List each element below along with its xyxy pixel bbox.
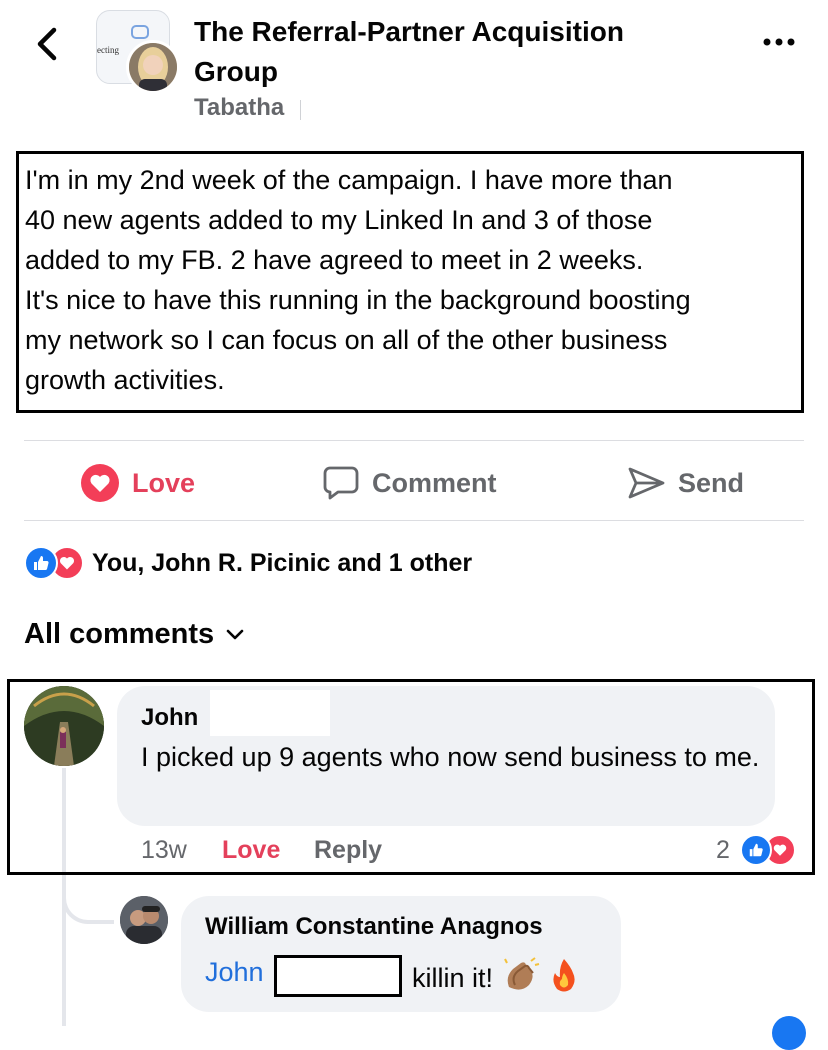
comment-action-label: Comment — [372, 467, 497, 498]
clapping-hands-icon — [501, 957, 541, 1000]
chevron-left-icon — [37, 27, 57, 61]
chevron-down-icon — [226, 629, 244, 639]
reply-text-row: killin it! — [412, 957, 579, 1000]
love-reaction-icon — [81, 464, 119, 502]
love-action-label: Love — [132, 467, 196, 498]
divider-bottom — [24, 520, 804, 521]
comment-reaction-count[interactable]: 2 — [716, 836, 730, 865]
commenter-avatar[interactable] — [24, 686, 104, 766]
back-button[interactable] — [30, 22, 66, 66]
person-photo-icon — [129, 43, 177, 91]
post-highlight-box: I'm in my 2nd week of the campaign. I ha… — [16, 151, 804, 413]
reply-author-avatar[interactable] — [120, 896, 168, 944]
redaction-mask — [210, 690, 330, 736]
redaction-box — [274, 955, 402, 997]
comment-text: I picked up 9 agents who now send busine… — [141, 742, 760, 772]
love-action-button[interactable]: Love — [80, 458, 195, 508]
group-title[interactable]: The Referral-Partner Acquisition Group — [194, 12, 714, 92]
reply-author-name[interactable]: William Constantine Anagnos — [205, 913, 543, 941]
send-action-button[interactable]: Send — [626, 458, 744, 508]
fire-icon — [549, 957, 579, 1000]
comment-bubble-icon — [323, 466, 359, 500]
reactions-summary-text: You, John R. Picinic and 1 other — [92, 548, 473, 577]
like-reaction-icon — [24, 546, 58, 580]
reactions-summary[interactable]: You, John R. Picinic and 1 other — [24, 544, 472, 582]
send-action-label: Send — [678, 467, 745, 498]
reply-text: killin it! — [412, 963, 494, 993]
person-photo-icon — [120, 896, 168, 944]
partial-reaction-icon — [772, 1016, 806, 1050]
all-comments-label: All comments — [24, 618, 215, 650]
comment-action-button[interactable]: Comment — [322, 458, 497, 508]
comment-reactions[interactable] — [740, 834, 796, 866]
comment-timestamp[interactable]: 13w — [141, 836, 187, 865]
post-text: I'm in my 2nd week of the campaign. I ha… — [25, 165, 691, 395]
all-comments-filter[interactable]: All comments — [24, 618, 244, 651]
comment-reply-button[interactable]: Reply — [314, 836, 382, 865]
mention-link[interactable]: John — [205, 957, 264, 988]
group-logo-icon — [131, 25, 149, 39]
send-arrow-icon — [628, 467, 665, 499]
divider-top — [24, 440, 804, 441]
author-name[interactable]: Tabatha — [194, 94, 284, 122]
author-divider — [300, 100, 301, 120]
more-dots-icon — [763, 38, 795, 46]
comment-love-button[interactable]: Love — [222, 836, 280, 865]
author-avatar[interactable] — [126, 40, 180, 94]
commenter-name[interactable]: John — [141, 704, 198, 732]
more-options-button[interactable] — [760, 34, 800, 50]
landscape-photo-icon — [24, 686, 104, 766]
like-reaction-icon — [740, 834, 772, 866]
group-avatar-text: ecting — [97, 45, 119, 55]
